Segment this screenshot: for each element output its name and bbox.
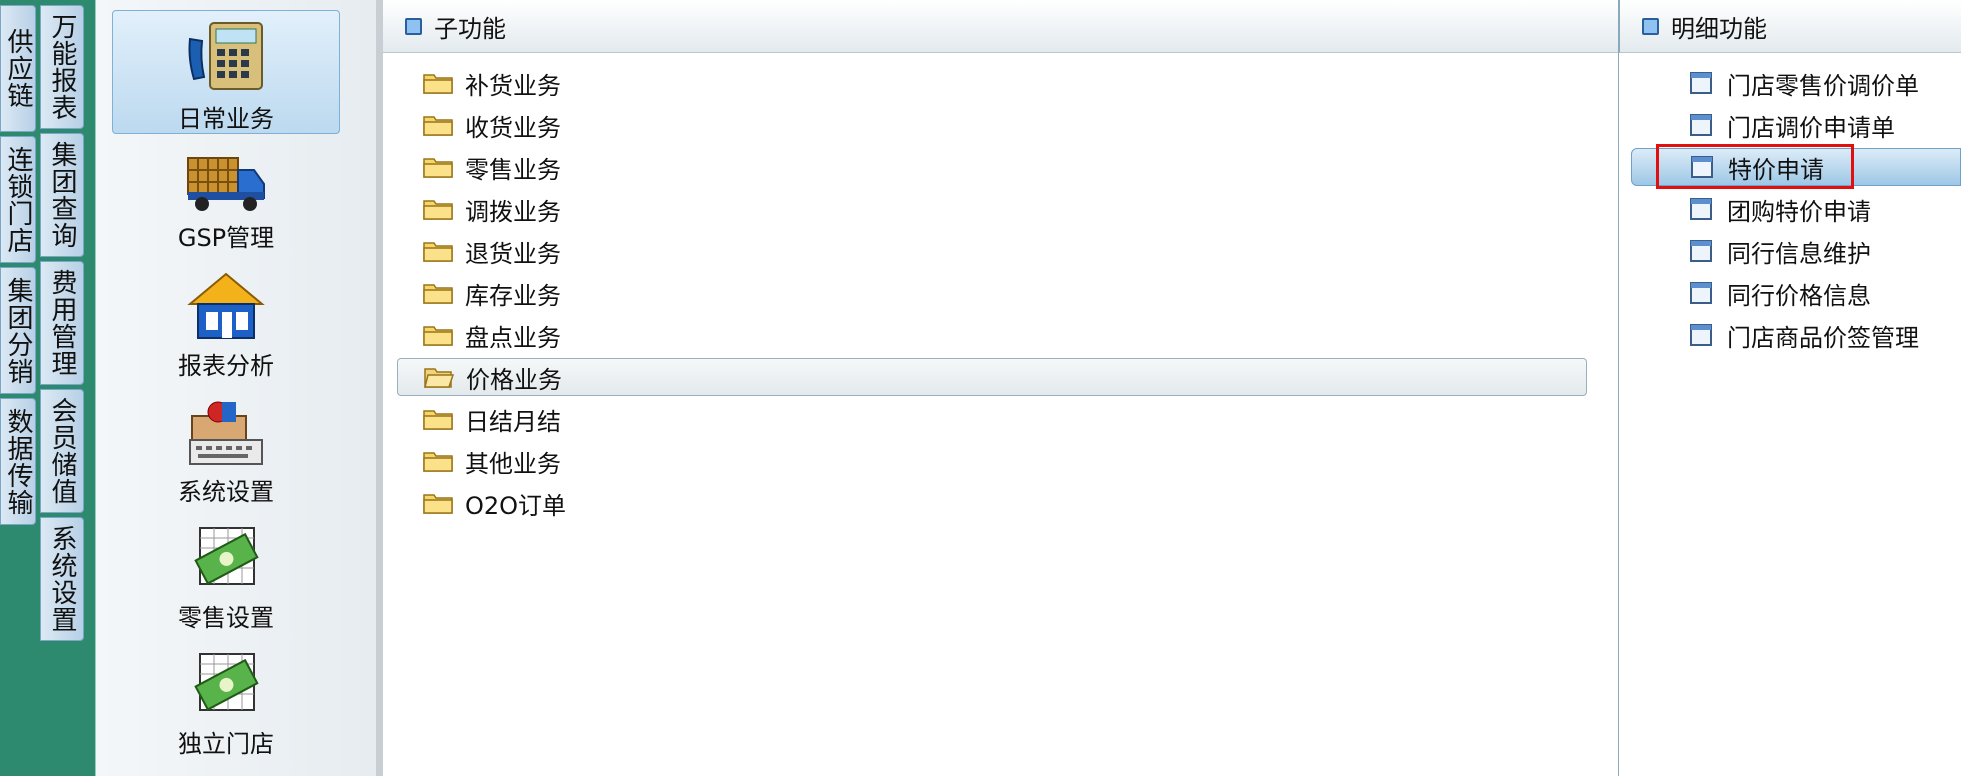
sub-function-item[interactable]: 退货业务: [397, 232, 1587, 270]
sub-function-label: 日结月结: [465, 407, 561, 436]
folder-icon: [423, 200, 453, 220]
splitter[interactable]: [376, 0, 383, 776]
tab-universal-report[interactable]: 万能报表: [40, 5, 84, 129]
detail-function-label: 团购特价申请: [1727, 197, 1871, 226]
detail-function-panel: 明细功能 门店零售价调价单 门店调价申请单 特价申请 团购特价申请 同行信息维护 同行价格…: [1619, 0, 1961, 776]
sub-function-item[interactable]: 库存业务: [397, 274, 1587, 312]
module-system-settings[interactable]: 系统设置: [112, 388, 340, 512]
outer-tab-column: 供应链 连锁门店 集团分销 数据传输: [0, 0, 40, 776]
computer-keyboard-icon: [189, 401, 263, 465]
detail-function-item[interactable]: 门店零售价调价单: [1631, 64, 1961, 102]
document-icon: [1690, 198, 1712, 220]
folder-icon: [423, 326, 453, 346]
sub-function-item[interactable]: 其他业务: [397, 442, 1587, 480]
detail-function-item[interactable]: 门店商品价签管理: [1631, 316, 1961, 354]
detail-function-item[interactable]: 门店调价申请单: [1631, 106, 1961, 144]
tab-group-distribution[interactable]: 集团分销: [0, 267, 36, 394]
document-icon: [1690, 240, 1712, 262]
detail-function-label: 门店商品价签管理: [1727, 323, 1919, 352]
sub-function-label: 盘点业务: [465, 323, 561, 352]
tab-group-query[interactable]: 集团查询: [40, 133, 84, 257]
money-icon: [194, 527, 259, 585]
detail-function-label: 同行信息维护: [1727, 239, 1871, 268]
sub-function-item[interactable]: 收货业务: [397, 106, 1587, 144]
sub-function-label: O2O订单: [465, 491, 567, 520]
detail-function-label: 同行价格信息: [1727, 281, 1871, 310]
folder-icon: [423, 74, 453, 94]
tab-supply-chain[interactable]: 供应链: [0, 5, 36, 132]
module-label: 独立门店: [178, 730, 274, 758]
sub-function-label: 收货业务: [465, 113, 561, 142]
document-icon: [1690, 324, 1712, 346]
header-square-icon: [405, 17, 422, 35]
sub-function-item[interactable]: 零售业务: [397, 148, 1587, 186]
tab-system-settings[interactable]: 系统设置: [40, 517, 84, 641]
sub-function-item[interactable]: 调拨业务: [397, 190, 1587, 228]
tab-expense-management[interactable]: 费用管理: [40, 261, 84, 385]
module-panel: 日常业务 GSP管理 报表分析 系统设置 零售设置 独立门店: [95, 0, 377, 776]
sub-function-item[interactable]: 补货业务: [397, 64, 1587, 102]
folder-icon: [423, 452, 453, 472]
module-daily-business[interactable]: 日常业务: [112, 10, 340, 134]
sub-function-item[interactable]: 盘点业务: [397, 316, 1587, 354]
sub-function-header: 子功能: [383, 0, 1618, 53]
module-label: GSP管理: [177, 224, 275, 252]
sub-function-label: 补货业务: [465, 71, 561, 100]
sub-function-item[interactable]: 价格业务: [397, 358, 1587, 396]
module-report-analysis[interactable]: 报表分析: [112, 262, 340, 386]
sub-function-label: 库存业务: [465, 281, 561, 310]
folder-icon: [423, 116, 453, 136]
module-label: 零售设置: [178, 604, 274, 632]
module-label: 报表分析: [178, 352, 274, 380]
money-icon: [194, 653, 259, 711]
detail-function-label: 门店零售价调价单: [1727, 71, 1919, 100]
sub-function-label: 零售业务: [465, 155, 561, 184]
sub-function-item[interactable]: O2O订单: [397, 484, 1587, 522]
folder-icon: [423, 410, 453, 430]
inner-tab-column: 万能报表 集团查询 费用管理 会员储值 系统设置: [40, 0, 88, 776]
module-retail-settings[interactable]: 零售设置: [112, 514, 340, 638]
folder-icon: [423, 242, 453, 262]
sub-function-panel: 子功能 补货业务收货业务零售业务调拨业务退货业务库存业务盘点业务价格业务日结月结…: [383, 0, 1619, 776]
module-label: 日常业务: [178, 105, 274, 133]
house-icon: [187, 272, 265, 339]
highlight-box: [1656, 144, 1854, 189]
tab-data-transfer[interactable]: 数据传输: [0, 398, 36, 525]
open-folder-icon: [424, 368, 454, 388]
module-label: 系统设置: [178, 478, 274, 506]
detail-function-header: 明细功能: [1619, 0, 1961, 53]
sub-function-label: 价格业务: [466, 365, 562, 394]
tab-member-stored-value[interactable]: 会员储值: [40, 389, 84, 513]
folder-icon: [423, 494, 453, 514]
detail-function-title: 明细功能: [1671, 14, 1767, 43]
sub-function-title: 子功能: [434, 14, 506, 43]
document-icon: [1690, 282, 1712, 304]
detail-function-label: 门店调价申请单: [1727, 113, 1895, 142]
header-square-icon: [1642, 17, 1659, 35]
detail-function-item[interactable]: 同行信息维护: [1631, 232, 1961, 270]
delivery-truck-icon: [187, 157, 265, 211]
detail-function-item[interactable]: 同行价格信息: [1631, 274, 1961, 312]
module-independent-store[interactable]: 独立门店: [112, 640, 340, 764]
folder-icon: [423, 158, 453, 178]
module-gsp-management[interactable]: GSP管理: [112, 136, 340, 260]
sub-function-label: 其他业务: [465, 449, 561, 478]
tab-chain-stores[interactable]: 连锁门店: [0, 136, 36, 263]
telephone-calculator-icon: [188, 22, 263, 90]
folder-icon: [423, 284, 453, 304]
sub-function-label: 退货业务: [465, 239, 561, 268]
document-icon: [1690, 72, 1712, 94]
sub-function-label: 调拨业务: [465, 197, 561, 226]
document-icon: [1690, 114, 1712, 136]
detail-function-item[interactable]: 团购特价申请: [1631, 190, 1961, 228]
sub-function-item[interactable]: 日结月结: [397, 400, 1587, 438]
